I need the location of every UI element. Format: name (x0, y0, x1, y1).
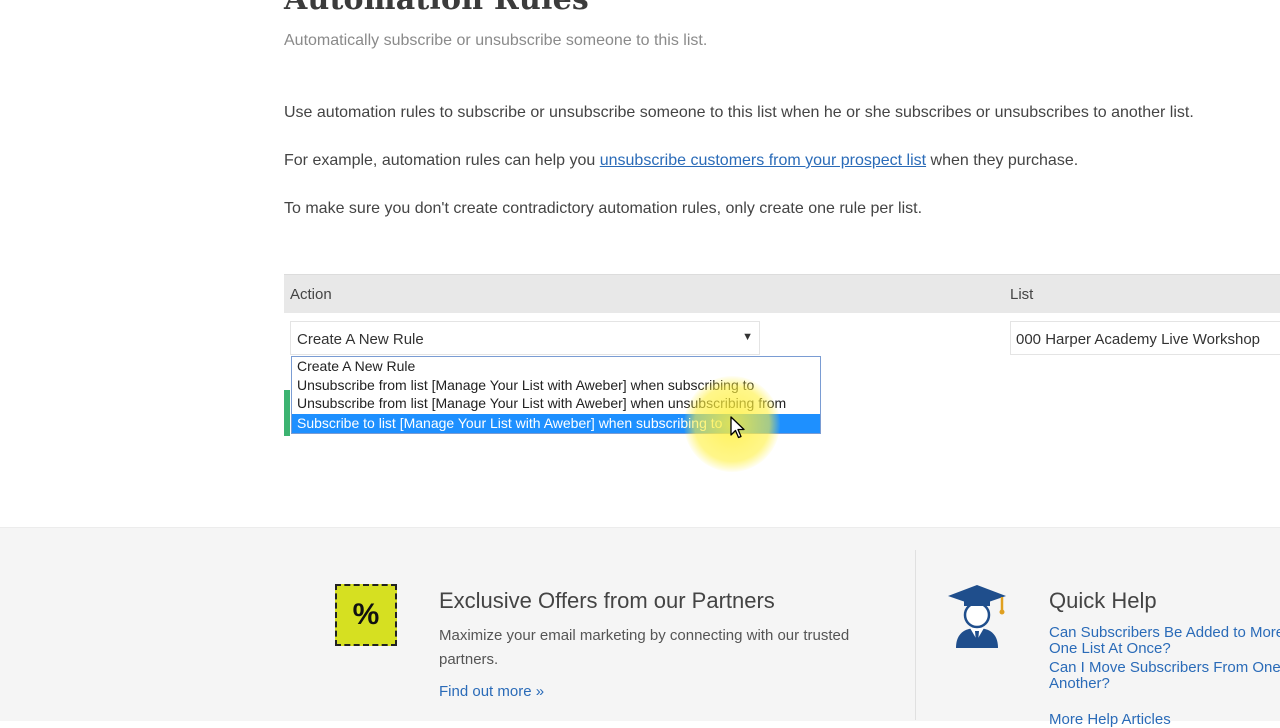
quick-help-title: Quick Help (1049, 588, 1157, 613)
find-out-more-link[interactable]: Find out more » (439, 683, 544, 700)
help-link-add-to-multiple-lists[interactable]: Can Subscribers Be Added to More One Lis… (1049, 625, 1280, 657)
intro-text-after: when they purchase. (926, 152, 1079, 169)
dropdown-option-unsubscribe-when-unsubscribing[interactable]: Unsubscribe from list [Manage Your List … (292, 394, 820, 413)
rules-table-header: Action List (284, 274, 1280, 313)
offers-title: Exclusive Offers from our Partners (439, 588, 775, 613)
intro-text-before: For example, automation rules can help y… (284, 152, 600, 169)
dropdown-option-create[interactable]: Create A New Rule (292, 357, 820, 376)
column-header-list: List (1010, 286, 1034, 303)
column-header-action: Action (290, 286, 332, 303)
page-title: Automation Rules (284, 0, 589, 17)
list-select[interactable]: 000 Harper Academy Live Workshop (1010, 321, 1280, 355)
percent-icon: % (335, 584, 397, 646)
action-select[interactable]: Create A New Rule ▼ (290, 321, 760, 355)
prospect-list-link[interactable]: unsubscribe customers from your prospect… (600, 152, 926, 169)
list-select-value: 000 Harper Academy Live Workshop (1016, 331, 1261, 348)
intro-paragraph-2: For example, automation rules can help y… (284, 152, 1078, 170)
help-link-more-articles[interactable]: More Help Articles (1049, 712, 1171, 728)
page-subtitle: Automatically subscribe or unsubscribe s… (284, 32, 708, 49)
offers-description: Maximize your email marketing by connect… (439, 627, 850, 668)
dropdown-option-unsubscribe-when-subscribing[interactable]: Unsubscribe from list [Manage Your List … (292, 376, 820, 395)
intro-paragraph-3: To make sure you don't create contradict… (284, 200, 923, 217)
add-rule-button-edge[interactable] (284, 390, 290, 436)
footer-divider (915, 550, 916, 720)
action-select-value: Create A New Rule (297, 331, 424, 348)
intro-paragraph-1: Use automation rules to subscribe or uns… (284, 104, 1194, 121)
help-link-move-subscribers[interactable]: Can I Move Subscribers From One L Anothe… (1049, 660, 1280, 692)
mouse-cursor-icon (730, 416, 745, 439)
chevron-down-icon: ▼ (742, 331, 753, 343)
graduate-icon (948, 585, 1006, 648)
